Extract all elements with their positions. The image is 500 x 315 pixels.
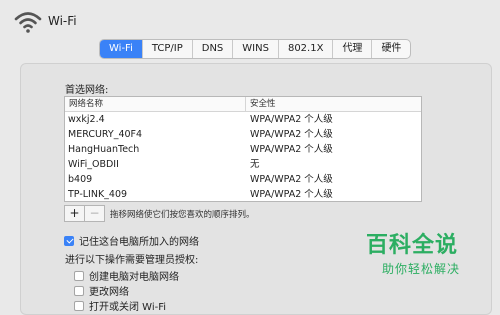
wifi-icon (14, 12, 42, 33)
remember-networks-label: 记住这台电脑所加入的网络 (79, 237, 199, 248)
toggle-wifi-option[interactable]: 打开或关闭 Wi-Fi (74, 298, 166, 313)
create-computer-network-option[interactable]: 创建电脑对电脑网络 (74, 268, 179, 283)
table-row[interactable]: MERCURY_40F4 WPA/WPA2 个人级 (65, 127, 421, 142)
network-name: HangHuanTech (68, 144, 140, 155)
toggle-wifi-label: 打开或关闭 Wi-Fi (89, 302, 167, 313)
add-remove-control: + − (64, 205, 105, 222)
admin-auth-label: 进行以下操作需要管理员授权: (65, 255, 199, 266)
network-security: 无 (250, 159, 260, 170)
tab-wifi[interactable]: Wi-Fi (100, 40, 142, 58)
network-security: WPA/WPA2 个人级 (250, 189, 333, 200)
remember-networks-option[interactable]: 记住这台电脑所加入的网络 (64, 233, 199, 248)
change-network-option[interactable]: 更改网络 (74, 283, 129, 298)
tab-proxy[interactable]: 代理 (332, 40, 371, 58)
table-row[interactable]: b409 WPA/WPA2 个人级 (65, 172, 421, 187)
create-computer-network-checkbox[interactable] (74, 270, 84, 281)
network-security: WPA/WPA2 个人级 (250, 114, 333, 125)
network-security: WPA/WPA2 个人级 (250, 129, 333, 140)
toggle-wifi-checkbox[interactable] (74, 300, 84, 311)
preferred-networks-table: 网络名称 安全性 wxkj2.4 WPA/WPA2 个人级 MERCURY_40… (64, 96, 422, 202)
change-network-checkbox[interactable] (74, 285, 84, 296)
watermark-subtitle: 助你轻松解决 (382, 262, 461, 276)
column-header-security[interactable]: 安全性 (246, 97, 276, 111)
add-network-button[interactable]: + (65, 206, 84, 221)
drag-hint-text: 拖移网络使它们按您喜欢的顺序排列。 (110, 210, 255, 220)
tab-wins[interactable]: WINS (232, 40, 278, 58)
network-name: MERCURY_40F4 (68, 129, 143, 140)
create-computer-network-label: 创建电脑对电脑网络 (89, 272, 179, 283)
network-security: WPA/WPA2 个人级 (250, 144, 333, 155)
page-title: Wi-Fi (48, 14, 77, 28)
tab-8021x[interactable]: 802.1X (277, 40, 332, 58)
tab-bar: Wi-Fi TCP/IP DNS WINS 802.1X 代理 硬件 (99, 39, 412, 59)
watermark-title: 百科全说 (366, 233, 459, 258)
wifi-header: Wi-Fi (14, 10, 214, 36)
preferred-networks-label: 首选网络: (65, 85, 109, 96)
table-row[interactable]: wxkj2.4 WPA/WPA2 个人级 (65, 112, 421, 127)
remove-network-button[interactable]: − (84, 206, 104, 221)
tab-hardware[interactable]: 硬件 (371, 40, 410, 58)
table-row[interactable]: WiFi_OBDII 无 (65, 157, 421, 172)
network-security: WPA/WPA2 个人级 (250, 174, 333, 185)
network-name: TP-LINK_409 (68, 189, 128, 200)
tab-tcpip[interactable]: TCP/IP (141, 40, 192, 58)
table-header: 网络名称 安全性 (65, 97, 421, 112)
table-row[interactable]: TP-LINK_409 WPA/WPA2 个人级 (65, 187, 421, 202)
remember-networks-checkbox[interactable] (64, 235, 74, 246)
watermark: 百科全说 助你轻松解决 (360, 227, 490, 282)
network-name: b409 (68, 174, 93, 185)
network-name: wxkj2.4 (68, 114, 105, 125)
change-network-label: 更改网络 (89, 287, 129, 298)
column-header-name[interactable]: 网络名称 (65, 97, 246, 111)
network-name: WiFi_OBDII (68, 159, 119, 170)
table-row[interactable]: HangHuanTech WPA/WPA2 个人级 (65, 142, 421, 157)
tab-dns[interactable]: DNS (191, 40, 233, 58)
